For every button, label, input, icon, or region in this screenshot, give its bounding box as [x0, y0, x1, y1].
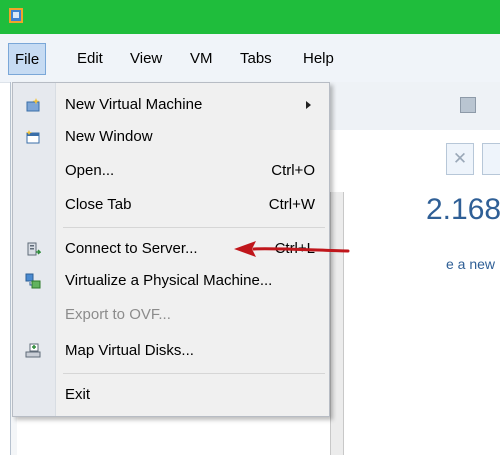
menu-item-label: Connect to Server... [65, 240, 198, 257]
menu-item-open[interactable]: Open... Ctrl+O [13, 155, 329, 187]
menu-item-virtualize-physical-machine[interactable]: Virtualize a Physical Machine... [13, 265, 329, 297]
menu-item-exit[interactable]: Exit [13, 379, 329, 411]
tab-strip [330, 130, 500, 192]
menu-vm[interactable]: VM [183, 47, 220, 71]
menu-item-export-to-ovf: Export to OVF... [13, 299, 329, 331]
menu-item-close-tab[interactable]: Close Tab Ctrl+W [13, 189, 329, 221]
server-address-heading: 2.168 [426, 193, 500, 226]
menu-help[interactable]: Help [296, 47, 341, 71]
menu-item-label: Exit [65, 386, 91, 403]
menu-item-label: New Virtual Machine [65, 96, 203, 113]
menu-item-label: Map Virtual Disks... [65, 342, 194, 359]
submenu-arrow-icon [306, 101, 311, 109]
vmware-app-icon[interactable] [9, 8, 23, 23]
menu-file[interactable]: File [8, 43, 47, 75]
annotation-arrow-icon [234, 241, 350, 257]
menu-separator [63, 227, 325, 228]
menu-item-map-virtual-disks[interactable]: Map Virtual Disks... [13, 335, 329, 367]
map-disks-icon [25, 343, 41, 358]
menu-shortcut: Ctrl+W [268, 196, 315, 213]
toolbar-icon[interactable] [460, 97, 476, 113]
menu-item-label: New Window [65, 128, 153, 145]
new-vm-icon [26, 98, 40, 112]
menu-item-label: Open... [65, 162, 115, 179]
new-window-icon [26, 130, 40, 144]
connect-server-icon [27, 242, 41, 256]
menu-view[interactable]: View [123, 47, 169, 71]
tab-close-icon[interactable]: ✕ [446, 143, 474, 175]
menu-item-new-window[interactable]: New Window [13, 121, 329, 153]
menu-item-new-virtual-machine[interactable]: New Virtual Machine [13, 89, 329, 121]
menu-separator [63, 373, 325, 374]
menu-tabs[interactable]: Tabs [233, 47, 279, 71]
menu-item-label: Virtualize a Physical Machine... [65, 272, 273, 289]
menu-item-label: Close Tab [65, 196, 132, 213]
menu-item-label: Export to OVF... [65, 306, 171, 323]
virtualize-icon [25, 273, 41, 289]
menu-shortcut: Ctrl+O [271, 162, 315, 179]
title-bar [0, 0, 500, 34]
create-vm-link[interactable]: e a new [446, 256, 495, 272]
menu-edit[interactable]: Edit [70, 47, 110, 71]
menu-bar: File Edit View VM Tabs Help [0, 34, 500, 83]
tab-icon[interactable] [482, 143, 500, 175]
